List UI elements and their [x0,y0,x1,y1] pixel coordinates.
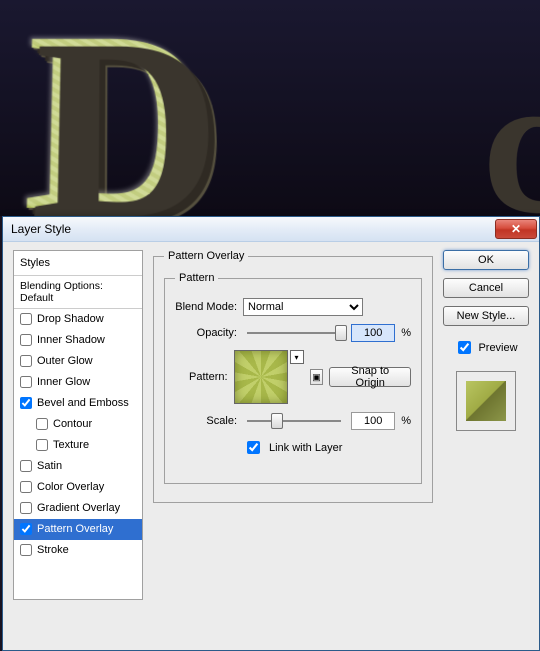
preview-checkbox[interactable] [458,341,471,354]
style-checkbox[interactable] [20,397,32,409]
close-button[interactable]: ✕ [495,219,537,239]
opacity-input[interactable] [351,324,395,342]
layer-style-dialog: Layer Style ✕ Styles Blending Options: D… [2,216,540,651]
pattern-label: Pattern: [175,371,228,383]
style-label: Contour [53,418,92,430]
style-label: Bevel and Emboss [37,397,129,409]
style-item-texture[interactable]: Texture [14,435,142,456]
preview-label: Preview [478,342,517,354]
ok-button[interactable]: OK [443,250,529,270]
style-label: Texture [53,439,89,451]
style-label: Pattern Overlay [37,523,113,535]
scale-slider[interactable] [247,420,341,422]
blend-mode-select[interactable]: Normal [243,298,363,316]
chevron-down-icon: ▾ [295,353,299,362]
style-checkbox[interactable] [20,313,32,325]
percent-label: % [401,327,411,339]
snap-to-origin-button[interactable]: Snap to Origin [329,367,411,387]
document-canvas: c D [0,0,540,216]
style-label: Inner Shadow [37,334,105,346]
new-style-button[interactable]: New Style... [443,306,529,326]
preview-thumbnail [466,381,506,421]
dialog-titlebar: Layer Style ✕ [3,217,539,242]
style-label: Inner Glow [37,376,90,388]
blend-mode-label: Blend Mode: [175,301,237,313]
style-label: Color Overlay [37,481,104,493]
close-icon: ✕ [511,222,521,236]
new-preset-icon: ▣ [312,372,321,383]
slider-thumb[interactable] [335,325,347,341]
style-item-bevel-and-emboss[interactable]: Bevel and Emboss [14,393,142,414]
styles-list-panel: Styles Blending Options: Default Drop Sh… [13,250,143,600]
style-checkbox[interactable] [20,544,32,556]
style-item-satin[interactable]: Satin [14,456,142,477]
dialog-buttons: OK Cancel New Style... Preview [443,250,529,600]
blending-options-row[interactable]: Blending Options: Default [14,276,142,309]
new-preset-button[interactable]: ▣ [310,369,324,385]
style-checkbox[interactable] [20,355,32,367]
artwork-letter: c [483,27,540,216]
cancel-button[interactable]: Cancel [443,278,529,298]
style-item-inner-glow[interactable]: Inner Glow [14,372,142,393]
style-label: Drop Shadow [37,313,104,325]
style-item-drop-shadow[interactable]: Drop Shadow [14,309,142,330]
group-title: Pattern Overlay [164,250,248,262]
styles-header[interactable]: Styles [14,251,142,276]
style-label: Outer Glow [37,355,93,367]
style-item-color-overlay[interactable]: Color Overlay [14,477,142,498]
style-item-stroke[interactable]: Stroke [14,540,142,561]
artwork-letter: D [20,0,218,216]
style-item-outer-glow[interactable]: Outer Glow [14,351,142,372]
style-checkbox[interactable] [20,334,32,346]
opacity-label: Opacity: [175,327,237,339]
slider-thumb[interactable] [271,413,283,429]
style-checkbox[interactable] [20,523,32,535]
link-with-layer-label: Link with Layer [269,442,342,454]
style-label: Satin [37,460,62,472]
pattern-group: Pattern Blend Mode: Normal Opacity: [164,272,422,484]
settings-panel: Pattern Overlay Pattern Blend Mode: Norm… [153,250,433,600]
style-item-contour[interactable]: Contour [14,414,142,435]
style-checkbox[interactable] [20,502,32,514]
style-checkbox[interactable] [36,439,48,451]
style-checkbox[interactable] [20,460,32,472]
style-item-inner-shadow[interactable]: Inner Shadow [14,330,142,351]
opacity-slider[interactable] [247,332,341,334]
style-item-gradient-overlay[interactable]: Gradient Overlay [14,498,142,519]
pattern-picker-dropdown[interactable]: ▾ [290,350,304,364]
inner-group-title: Pattern [175,272,218,284]
style-checkbox[interactable] [20,481,32,493]
pattern-swatch[interactable] [234,350,288,404]
style-checkbox[interactable] [20,376,32,388]
scale-label: Scale: [175,415,237,427]
scale-input[interactable] [351,412,395,430]
style-label: Stroke [37,544,69,556]
style-item-pattern-overlay[interactable]: Pattern Overlay [14,519,142,540]
style-checkbox[interactable] [36,418,48,430]
preview-thumbnail-box [456,371,516,431]
percent-label: % [401,415,411,427]
link-with-layer-checkbox[interactable] [247,441,260,454]
pattern-overlay-group: Pattern Overlay Pattern Blend Mode: Norm… [153,250,433,503]
dialog-title: Layer Style [11,222,495,236]
style-label: Gradient Overlay [37,502,120,514]
